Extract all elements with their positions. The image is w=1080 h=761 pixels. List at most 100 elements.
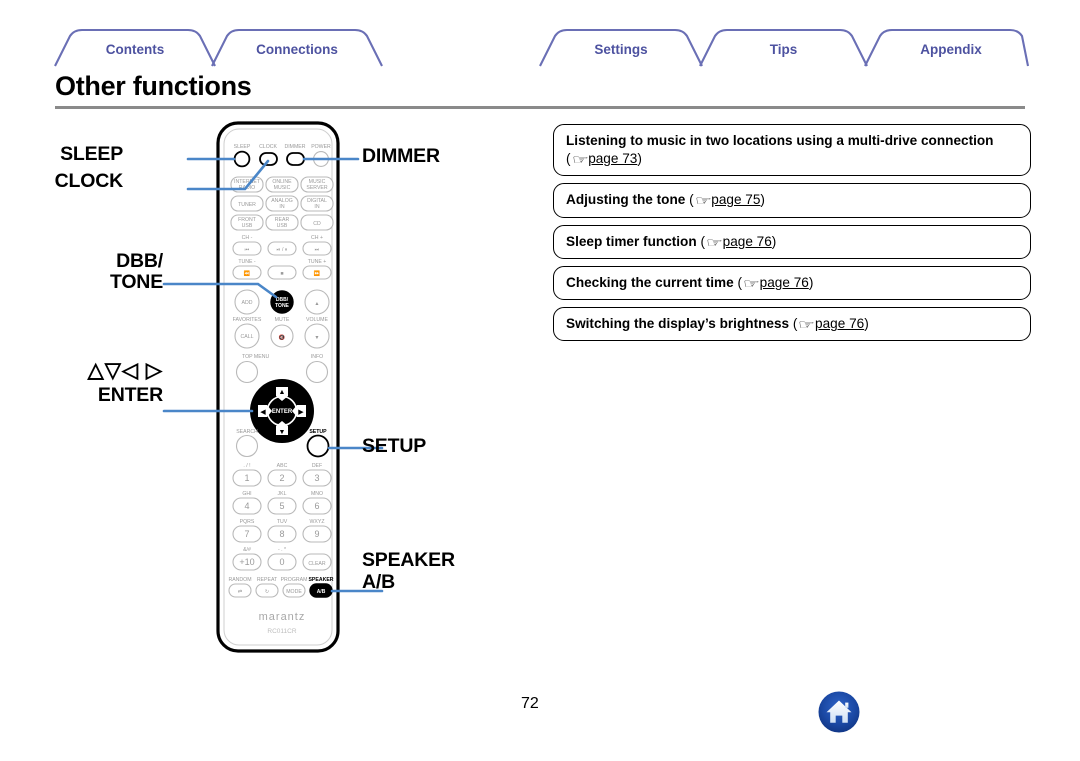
svg-text:USB: USB [242, 223, 253, 229]
pointing-hand-icon: ☞ [705, 234, 723, 250]
svg-text:TUV: TUV [277, 519, 288, 525]
svg-text:DEF: DEF [312, 463, 322, 469]
callout-setup: SETUP [362, 435, 427, 457]
svg-text:⏪: ⏪ [244, 270, 251, 277]
svg-text:9: 9 [314, 529, 319, 539]
callout-speaker-line1: SPEAKER [362, 549, 455, 571]
svg-text:IN: IN [279, 204, 284, 210]
svg-text:INFO: INFO [311, 354, 323, 360]
tab-tips[interactable]: Tips [727, 42, 840, 57]
callout-enter: ENTER [97, 384, 163, 406]
svg-text:. / !: . / ! [243, 463, 250, 469]
callout-speaker-line2: A/B [362, 571, 395, 593]
svg-text:DIMMER: DIMMER [284, 144, 305, 150]
svg-text:ABC: ABC [277, 463, 288, 469]
svg-text:TOP MENU: TOP MENU [242, 354, 269, 360]
pointing-hand-icon: ☞ [798, 317, 816, 333]
svg-text:■: ■ [280, 271, 283, 277]
svg-text:marantz: marantz [259, 611, 306, 623]
link-box[interactable]: Switching the display’s brightness (☞pag… [553, 307, 1031, 342]
ref-close-paren: ) [771, 233, 777, 249]
svg-text:MUSIC: MUSIC [274, 185, 291, 191]
svg-text:SLEEP: SLEEP [234, 144, 251, 150]
svg-text:CD: CD [313, 221, 321, 227]
svg-text:&/#: &/# [243, 547, 251, 553]
svg-text:IN: IN [314, 204, 319, 210]
remote-mid-row-1: ADD DBB/ TONE ▲ [234, 289, 330, 315]
svg-text:GHI: GHI [242, 491, 251, 497]
link-box[interactable]: Sleep timer function (☞page 76) [553, 224, 1031, 259]
page-reference-link[interactable]: page 73 [588, 151, 637, 166]
svg-text:PQRS: PQRS [240, 519, 255, 525]
svg-text:TUNER: TUNER [238, 202, 256, 208]
svg-text:CH -: CH - [242, 235, 253, 241]
svg-text:RANDOM: RANDOM [228, 577, 251, 583]
pointing-hand-icon: ☞ [571, 152, 589, 168]
home-button[interactable] [818, 691, 860, 733]
link-title: Adjusting the tone [566, 192, 686, 208]
callout-sleep: SLEEP [60, 143, 123, 165]
svg-text:SETUP: SETUP [309, 429, 327, 435]
callout-dbb-tone-line2: TONE [109, 271, 163, 293]
link-box[interactable]: Checking the current time (☞page 76) [553, 265, 1031, 301]
svg-text:▶: ▶ [298, 409, 304, 416]
svg-text:▲: ▲ [279, 389, 286, 396]
tab-settings[interactable]: Settings [567, 42, 675, 57]
svg-text:MUTE: MUTE [275, 317, 290, 323]
svg-text:8: 8 [279, 529, 284, 539]
tab-bar-shapes [54, 28, 1030, 67]
svg-text:TONE: TONE [275, 303, 289, 309]
svg-text:0: 0 [279, 557, 284, 567]
svg-text:7: 7 [244, 529, 249, 539]
svg-text:⏭: ⏭ [315, 247, 320, 253]
remote-source-buttons: INTERNETRADIO ONLINEMUSIC MUSICSERVER TU… [230, 176, 334, 231]
tab-appendix[interactable]: Appendix [892, 42, 1010, 57]
tab-contents[interactable]: Contents [82, 42, 188, 57]
page-reference-link[interactable]: page 76 [815, 316, 864, 331]
link-box[interactable]: Adjusting the tone (☞page 75) [553, 183, 1031, 218]
svg-text:▼: ▼ [314, 335, 319, 341]
link-title: Checking the current time [566, 274, 734, 290]
svg-text:WXYZ: WXYZ [310, 519, 325, 525]
ref-open-paren: ( [700, 233, 705, 249]
ref-open-paren: ( [792, 316, 798, 332]
page-number: 72 [521, 695, 539, 712]
tab-connections[interactable]: Connections [239, 42, 355, 57]
ref-open-paren: ( [737, 274, 743, 290]
title-divider [55, 106, 1025, 109]
svg-text:- . *: - . * [278, 547, 286, 553]
svg-text:CLOCK: CLOCK [259, 144, 277, 150]
svg-text:PROGRAM: PROGRAM [281, 577, 308, 583]
svg-text:◀: ◀ [260, 409, 266, 416]
ref-close-paren: ) [637, 151, 642, 167]
svg-text:CLEAR: CLEAR [308, 561, 326, 567]
svg-text:SERVER: SERVER [306, 185, 327, 191]
svg-text:POWER: POWER [311, 144, 331, 150]
callout-dimmer: DIMMER [362, 145, 440, 167]
page-title: Other functions [55, 71, 252, 101]
remote-mid-row-2: FAVORITES MUTE VOLUME CALL 🔇 ▼ [233, 317, 330, 349]
link-box[interactable]: Listening to music in two locations usin… [553, 124, 1031, 177]
pointing-hand-icon: ☞ [694, 193, 712, 209]
callout-clock: CLOCK [54, 170, 124, 192]
svg-text:FAVORITES: FAVORITES [233, 317, 262, 323]
svg-text:▲: ▲ [314, 301, 319, 307]
callout-cursor-arrows: △▽◁ ▷ [87, 359, 163, 382]
svg-text:🔇: 🔇 [279, 334, 286, 341]
page-reference-link[interactable]: page 75 [711, 192, 760, 207]
svg-text:SEARCH: SEARCH [236, 429, 258, 435]
svg-text:▼: ▼ [279, 429, 286, 436]
svg-text:TUNE +: TUNE + [308, 259, 327, 265]
page-reference-link[interactable]: page 76 [723, 234, 772, 249]
tab-bar: Contents Connections Settings Tips Appen… [0, 0, 1080, 72]
svg-text:A/B: A/B [317, 589, 326, 595]
page-reference-link[interactable]: page 76 [760, 275, 809, 290]
svg-text:5: 5 [279, 501, 284, 511]
home-icon [818, 691, 860, 733]
svg-text:⏩: ⏩ [314, 270, 321, 277]
svg-text:TUNE -: TUNE - [238, 259, 256, 265]
svg-text:REPEAT: REPEAT [257, 577, 278, 583]
svg-text:4: 4 [244, 501, 249, 511]
svg-text:CALL: CALL [241, 334, 254, 340]
link-title: Listening to music in two locations usin… [566, 133, 994, 148]
